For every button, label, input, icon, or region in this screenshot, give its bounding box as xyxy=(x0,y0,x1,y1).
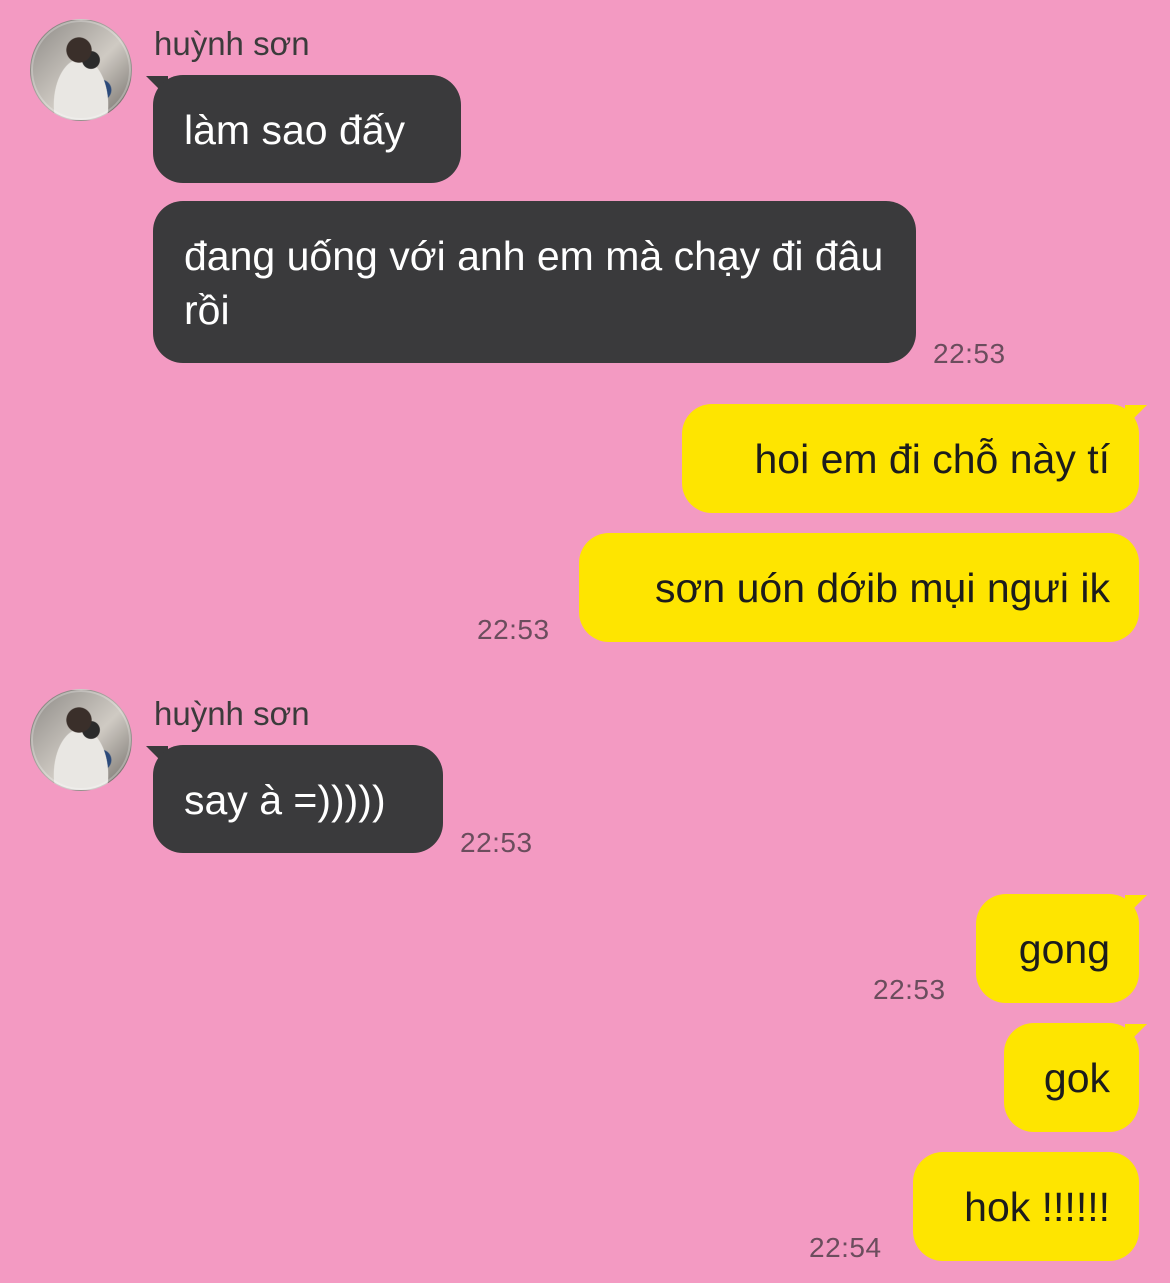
sender-name: huỳnh sơn xyxy=(154,695,310,732)
message-bubble-outgoing[interactable]: gong xyxy=(976,894,1139,1003)
message-bubble-outgoing[interactable]: hok !!!!!! xyxy=(913,1152,1139,1261)
message-timestamp: 22:54 xyxy=(809,1232,882,1263)
sender-avatar[interactable] xyxy=(30,689,132,791)
message-bubble-incoming[interactable]: đang uống với anh em mà chạy đi đâu rồi xyxy=(153,201,916,363)
message-timestamp: 22:53 xyxy=(460,827,533,858)
message-bubble-outgoing[interactable]: sơn uón dớib mụi ngưi ik xyxy=(579,533,1139,642)
message-bubble-outgoing[interactable]: hoi em đi chỗ này tí xyxy=(682,404,1139,513)
sender-name: huỳnh sơn xyxy=(154,25,310,62)
message-timestamp: 22:53 xyxy=(873,974,946,1005)
message-bubble-incoming[interactable]: say à =))))) xyxy=(153,745,443,853)
sender-avatar[interactable] xyxy=(30,19,132,121)
message-timestamp: 22:53 xyxy=(477,614,550,645)
message-bubble-incoming[interactable]: làm sao đấy xyxy=(153,75,461,183)
message-bubble-outgoing[interactable]: gok xyxy=(1004,1023,1139,1132)
message-timestamp: 22:53 xyxy=(933,338,1006,369)
